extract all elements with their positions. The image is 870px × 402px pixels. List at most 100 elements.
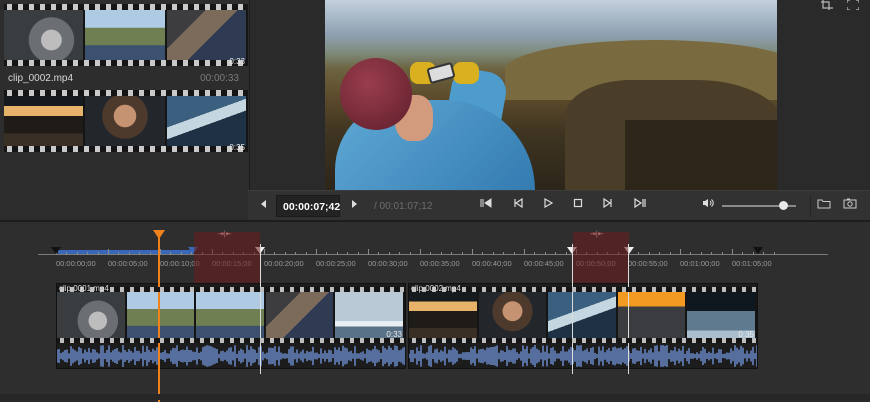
- ruler-tick: [399, 252, 401, 255]
- ruler-tick: [357, 252, 359, 255]
- ruler-tick-label: 00:00:35;00: [420, 259, 460, 268]
- clip-duration-badge: 0:35: [738, 330, 754, 339]
- ruler-tick: [659, 252, 661, 255]
- ruler-tick: [440, 252, 442, 255]
- ruler-tick: [347, 252, 349, 255]
- thumbnail-frame: [409, 292, 479, 340]
- clip-duration-badge: 0:33: [386, 330, 402, 339]
- audio-waveform: [57, 345, 405, 367]
- ruler-tick: [690, 252, 692, 255]
- ruler-tick: [711, 252, 713, 255]
- volume-icon[interactable]: [700, 198, 716, 214]
- ruler-tick: [451, 252, 453, 255]
- stop-icon[interactable]: [570, 198, 586, 214]
- timeline-clip-thumbnails: [57, 292, 405, 340]
- go-to-start-icon[interactable]: [478, 198, 494, 214]
- timeline-clip[interactable]: clip 0001.mp4 0:33: [56, 283, 406, 369]
- timecode-field[interactable]: 00:00:07;42: [276, 195, 340, 217]
- ruler-tick: [368, 249, 369, 255]
- snapshot-icon[interactable]: [842, 198, 858, 214]
- timeline-clip-name: clip 0001.mp4: [59, 284, 109, 293]
- ruler-tick: [472, 249, 473, 255]
- clip-duration-badge: 0:35: [229, 143, 245, 152]
- clip-filename: clip_0002.mp4: [8, 73, 74, 84]
- current-timecode: 00:00:07;42: [283, 201, 341, 213]
- ruler-tick: [763, 252, 765, 255]
- ruler-tick: [534, 252, 536, 255]
- thumbnail-frame: [4, 96, 86, 146]
- ruler-tick-label: 00:00:25;00: [316, 259, 356, 268]
- ruler-tick: [284, 252, 286, 255]
- film-sprockets: [57, 287, 405, 292]
- thumbnail-frame: [85, 96, 167, 146]
- ruler-tick: [378, 252, 380, 255]
- ruler-tick: [680, 249, 681, 255]
- segment-handle-icon: ⇥|⇤: [218, 231, 232, 238]
- play-icon[interactable]: [540, 197, 556, 214]
- divider: [810, 195, 811, 217]
- thumbnail-frame: [196, 292, 266, 340]
- ruler-tick: [316, 249, 317, 255]
- crop-icon[interactable]: [816, 0, 838, 12]
- ruler-tick: [274, 252, 276, 255]
- folder-icon[interactable]: [816, 198, 832, 214]
- ruler-tick-label: 00:00:45;00: [524, 259, 564, 268]
- preview-video[interactable]: [325, 0, 777, 190]
- ruler-tick-label: 00:00:20;00: [264, 259, 304, 268]
- in-marker[interactable]: [51, 247, 61, 254]
- ruler-tick: [669, 252, 671, 255]
- fullscreen-icon[interactable]: [842, 0, 864, 12]
- ruler-tick-label: 00:01:05;00: [732, 259, 772, 268]
- out-marker[interactable]: [753, 247, 763, 254]
- library-clip-thumbnail[interactable]: 0:33: [4, 4, 248, 66]
- timeline-clip-thumbnails: [409, 292, 757, 340]
- step-forward-icon[interactable]: [600, 197, 616, 214]
- ruler-tick-label: 00:00:30;00: [368, 259, 408, 268]
- preview-panel: [250, 0, 870, 190]
- ruler-tick-label: 00:00:00;00: [56, 259, 96, 268]
- volume-slider-handle[interactable]: [778, 201, 788, 210]
- ruler-tick: [430, 252, 432, 255]
- clip-library-panel: 0:33 clip_0002.mp4 00:00:33 0:35: [0, 0, 250, 218]
- ruler-tick: [544, 252, 546, 255]
- timeline-scrollbar[interactable]: [0, 394, 870, 400]
- ruler-tick: [648, 252, 650, 255]
- thumbnail-frame: [478, 292, 549, 340]
- ruler-tick: [721, 252, 723, 255]
- ruler-tick: [149, 252, 151, 255]
- go-to-end-icon[interactable]: [632, 197, 648, 214]
- transport-bar: 00:00:07;42 / 00:01:07;12: [248, 190, 870, 220]
- ruler-tick-label: 00:00:40;00: [472, 259, 512, 268]
- ruler-tick: [160, 249, 161, 255]
- ruler-tick: [492, 252, 494, 255]
- ruler-tick: [326, 252, 328, 255]
- selection-range[interactable]: [58, 250, 193, 254]
- ruler-tick: [108, 249, 109, 255]
- ruler-tick-label: 00:00:05;00: [108, 259, 148, 268]
- person-beanie: [340, 58, 412, 130]
- ruler-tick: [336, 252, 338, 255]
- prev-frame-icon[interactable]: [256, 198, 272, 214]
- ruler-tick: [388, 252, 390, 255]
- ruler-tick: [732, 249, 733, 255]
- library-clip-thumbnail[interactable]: 0:35: [4, 90, 248, 152]
- ruler-tick: [170, 252, 172, 255]
- segment-handle-icon: ⇥|⇤: [590, 231, 604, 238]
- ruler-tick: [295, 252, 297, 255]
- playhead-handle[interactable]: [153, 230, 165, 239]
- timeline-ruler[interactable]: 00:00:00;0000:00:05;0000:00:10;0000:00:1…: [0, 232, 870, 272]
- ruler-tick: [409, 252, 411, 255]
- volume-slider[interactable]: [722, 201, 796, 210]
- timeline-clip[interactable]: clip 0002.mp4 0:35: [408, 283, 758, 369]
- ruler-tick: [128, 252, 130, 255]
- step-back-icon[interactable]: [510, 197, 526, 214]
- thumbnail-frame: [166, 10, 248, 60]
- thumbnail-frame: [85, 10, 167, 60]
- ruler-tick: [76, 252, 78, 255]
- cut-line: [572, 244, 573, 374]
- next-frame-icon[interactable]: [346, 198, 362, 214]
- thumbnail-frame: [548, 292, 618, 340]
- film-sprockets: [4, 146, 248, 152]
- ruler-tick: [638, 252, 640, 255]
- playhead[interactable]: [158, 230, 160, 402]
